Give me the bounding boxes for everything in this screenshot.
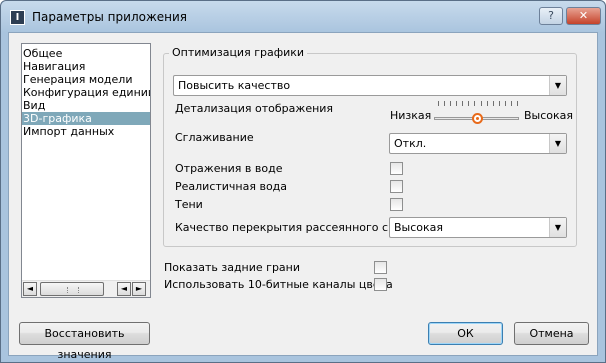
scroll-left-icon-2[interactable]: ◄ — [117, 282, 131, 296]
close-button[interactable]: ✕ — [566, 7, 601, 25]
slider-tick — [517, 101, 518, 106]
antialias-value: Откл. — [394, 137, 427, 150]
slider-tick — [481, 101, 482, 106]
water-reflections-checkbox[interactable] — [390, 162, 403, 175]
antialias-select[interactable]: Откл. ▼ — [389, 133, 567, 154]
graphics-optimization-title: Оптимизация графики — [169, 46, 308, 59]
detail-high-label: Высокая — [524, 109, 574, 122]
nav-item-data-import[interactable]: Импорт данных — [22, 125, 150, 138]
slider-tick — [511, 101, 512, 106]
slider-tick — [493, 101, 494, 106]
dialog-body: Общее Навигация Генерация модели Конфигу… — [8, 32, 598, 361]
slider-tick — [505, 101, 506, 106]
nav-item-view[interactable]: Вид — [22, 99, 150, 112]
nav-item-3d-graphics[interactable]: 3D-графика — [22, 112, 150, 125]
ten-bit-checkbox[interactable] — [374, 278, 387, 291]
slider-tick — [444, 101, 445, 106]
detail-slider-thumb[interactable] — [472, 113, 483, 124]
slider-tick — [468, 101, 469, 106]
scroll-right-icon[interactable]: ► — [132, 282, 146, 296]
app-icon: I — [10, 10, 25, 25]
scroll-thumb[interactable] — [40, 282, 104, 296]
slider-tick — [438, 101, 439, 106]
slider-tick — [474, 101, 475, 106]
water-reflections-label: Отражения в воде — [175, 162, 283, 175]
window-title: Параметры приложения — [32, 10, 188, 24]
title-bar[interactable]: I Параметры приложения ? ✕ — [1, 1, 605, 33]
ambient-occlusion-select[interactable]: Высокая ▼ — [389, 217, 567, 238]
restore-defaults-button[interactable]: Восстановить значения — [19, 322, 150, 361]
backfaces-checkbox[interactable] — [374, 261, 387, 274]
shadows-label: Тени — [175, 198, 203, 211]
shadows-checkbox[interactable] — [390, 198, 403, 211]
slider-tick — [499, 101, 500, 106]
nav-item-model-generation[interactable]: Генерация модели — [22, 73, 150, 86]
realistic-water-checkbox[interactable] — [390, 180, 403, 193]
slider-tick — [462, 101, 463, 106]
nav-horizontal-scrollbar[interactable]: ◄ ◄ ► — [22, 280, 150, 297]
scroll-grip-icon — [67, 287, 79, 293]
detail-low-label: Низкая — [390, 109, 432, 122]
chevron-down-icon[interactable]: ▼ — [549, 218, 566, 237]
realistic-water-label: Реалистичная вода — [175, 180, 288, 193]
quality-preset-value: Повысить качество — [178, 79, 291, 92]
chevron-down-icon[interactable]: ▼ — [549, 76, 566, 95]
settings-nav-list[interactable]: Общее Навигация Генерация модели Конфигу… — [21, 43, 151, 298]
ten-bit-label: Использовать 10-битные каналы цвета — [164, 278, 393, 291]
slider-tick — [450, 101, 451, 106]
detail-slider-ticks — [438, 101, 518, 107]
ambient-occlusion-value: Высокая — [394, 221, 444, 234]
nav-item-units-config[interactable]: Конфигурация единиц и — [22, 86, 150, 99]
nav-item-navigation[interactable]: Навигация — [22, 60, 150, 73]
ok-button[interactable]: ОК — [428, 322, 503, 345]
slider-tick — [487, 101, 488, 106]
quality-preset-select[interactable]: Повысить качество ▼ — [173, 75, 567, 96]
app-settings-window: I Параметры приложения ? ✕ Общее Навигац… — [0, 0, 606, 363]
scroll-left-icon[interactable]: ◄ — [23, 282, 37, 296]
backfaces-label: Показать задние грани — [164, 261, 301, 274]
nav-item-general[interactable]: Общее — [22, 47, 150, 60]
antialias-label: Сглаживание — [175, 131, 254, 144]
ambient-occlusion-label: Качество перекрытия рассеянного света — [175, 221, 415, 234]
chevron-down-icon[interactable]: ▼ — [549, 134, 566, 153]
cancel-button[interactable]: Отмена — [514, 322, 589, 345]
slider-tick — [456, 101, 457, 106]
detail-label: Детализация отображения — [175, 102, 334, 115]
help-button[interactable]: ? — [539, 7, 563, 25]
